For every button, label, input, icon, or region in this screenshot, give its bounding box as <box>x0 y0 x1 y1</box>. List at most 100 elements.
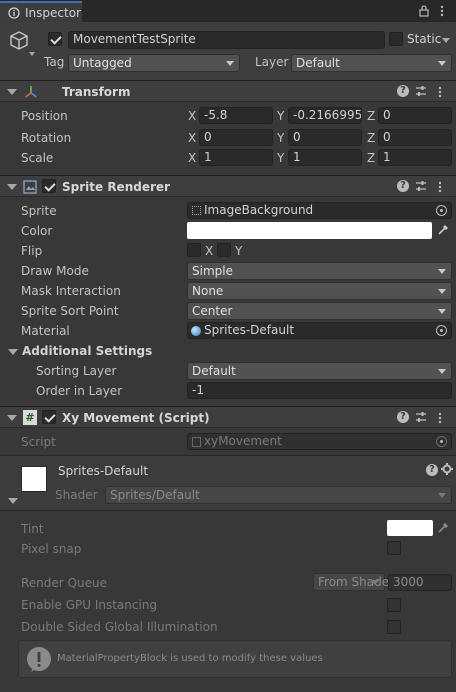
help-icon[interactable]: ? <box>397 85 409 97</box>
order-in-layer-field[interactable]: -1 <box>187 382 452 399</box>
material-fold-icon[interactable] <box>8 498 18 504</box>
xy-movement-enabled-checkbox[interactable] <box>42 410 56 424</box>
axis-y-label[interactable]: Y <box>277 151 284 165</box>
tag-value: Untagged <box>73 56 132 70</box>
rotation-x-field[interactable]: 0 <box>199 129 273 146</box>
axis-x-label[interactable]: X <box>188 131 196 145</box>
shader-value: Sprites/Default <box>110 488 200 502</box>
axis-z-label[interactable]: Z <box>367 131 375 145</box>
sprite-renderer-header[interactable]: Sprite Renderer ? <box>0 175 456 197</box>
mask-interaction-dropdown[interactable]: None <box>187 282 452 300</box>
scale-y-field[interactable]: 1 <box>288 149 362 166</box>
eyedropper-icon[interactable] <box>437 521 450 534</box>
flip-y-label: Y <box>235 244 243 258</box>
lock-icon[interactable] <box>419 5 429 17</box>
gear-icon[interactable] <box>441 463 453 475</box>
sprite-object-field[interactable]: ImageBackground <box>187 202 452 219</box>
tint-label: Tint <box>21 522 44 536</box>
gameobject-active-checkbox[interactable] <box>48 32 62 46</box>
script-file-icon <box>192 437 201 447</box>
tint-color-swatch[interactable] <box>387 520 433 536</box>
script-object-field: xyMovement <box>187 433 452 450</box>
object-picker-icon[interactable] <box>436 325 447 336</box>
render-queue-field[interactable]: 3000 <box>388 574 452 591</box>
static-checkbox[interactable] <box>389 32 403 46</box>
fold-arrow-icon[interactable] <box>7 415 17 421</box>
position-y-field[interactable]: -0.2166995 <box>288 107 362 124</box>
sorting-layer-dropdown[interactable]: Default <box>187 362 452 380</box>
axis-y-label[interactable]: Y <box>277 131 284 145</box>
static-dropdown-arrow-icon[interactable] <box>442 38 450 43</box>
position-z-field[interactable]: 0 <box>378 107 452 124</box>
sprite-value: ImageBackground <box>204 203 314 217</box>
chevron-down-icon <box>438 61 446 66</box>
chevron-down-icon <box>371 580 379 585</box>
layer-dropdown[interactable]: Default <box>291 54 452 72</box>
double-sided-gi-checkbox[interactable] <box>387 620 401 634</box>
chevron-down-icon <box>438 369 446 374</box>
scale-x-field[interactable]: 1 <box>199 149 273 166</box>
position-x-field[interactable]: -5.8 <box>199 107 273 124</box>
rotation-z-field[interactable]: 0 <box>378 129 452 146</box>
draw-mode-dropdown[interactable]: Simple <box>187 262 452 280</box>
color-swatch[interactable] <box>187 222 432 239</box>
pixel-snap-checkbox[interactable] <box>387 541 401 555</box>
eyedropper-icon[interactable] <box>437 223 450 236</box>
sprite-sort-point-value: Center <box>192 304 233 318</box>
sprite-sort-point-label: Sprite Sort Point <box>21 304 119 318</box>
sprite-sort-point-dropdown[interactable]: Center <box>187 302 452 320</box>
preset-sliders-icon[interactable] <box>415 85 427 97</box>
scale-z-field[interactable]: 1 <box>378 149 452 166</box>
position-label[interactable]: Position <box>21 109 68 123</box>
additional-settings-label[interactable]: Additional Settings <box>22 344 152 358</box>
help-icon[interactable]: ? <box>397 411 409 423</box>
tag-dropdown[interactable]: Untagged <box>68 54 240 72</box>
axis-z-label[interactable]: Z <box>367 109 375 123</box>
preset-sliders-icon[interactable] <box>415 411 427 423</box>
mask-interaction-value: None <box>192 284 224 298</box>
component-menu-icon[interactable] <box>438 86 442 98</box>
sprite-label: Sprite <box>21 204 57 218</box>
object-picker-icon[interactable] <box>436 205 447 216</box>
gameobject-name-field[interactable]: MovementTestSprite <box>68 31 385 49</box>
axis-x-label[interactable]: X <box>188 109 196 123</box>
flip-label: Flip <box>21 244 43 258</box>
fold-arrow-icon[interactable] <box>7 184 17 190</box>
sprite-renderer-enabled-checkbox[interactable] <box>42 179 56 193</box>
fold-arrow-icon[interactable] <box>7 89 17 95</box>
axis-y-label[interactable]: Y <box>277 109 284 123</box>
gpu-instancing-checkbox[interactable] <box>387 598 401 612</box>
info-message: MaterialPropertyBlock is used to modify … <box>57 653 323 664</box>
flip-x-checkbox[interactable] <box>187 243 201 257</box>
material-preview-swatch[interactable] <box>21 466 47 492</box>
xy-movement-header[interactable]: # Xy Movement (Script) ? <box>0 406 456 428</box>
help-icon[interactable]: ? <box>426 464 438 476</box>
axis-x-label[interactable]: X <box>188 151 196 165</box>
flip-y-checkbox[interactable] <box>217 243 231 257</box>
icon-dropdown-arrow-icon[interactable] <box>29 52 35 56</box>
help-icon[interactable]: ? <box>397 180 409 192</box>
more-menu-icon[interactable] <box>440 5 444 17</box>
component-menu-icon[interactable] <box>438 181 442 193</box>
material-header: Sprites-Default ? Shader Sprites/Default <box>0 456 456 510</box>
transform-header[interactable]: Transform ? <box>0 80 456 102</box>
rotation-y-field[interactable]: 0 <box>288 129 362 146</box>
additional-settings-fold-icon[interactable] <box>8 349 18 355</box>
info-help-box: MaterialPropertyBlock is used to modify … <box>18 640 452 678</box>
material-sphere-icon <box>191 326 201 336</box>
render-queue-mode-dropdown[interactable]: From Shader <box>313 573 394 591</box>
preset-sliders-icon[interactable] <box>415 180 427 192</box>
gameobject-header: MovementTestSprite Static Tag Untagged L… <box>0 22 456 80</box>
sprite-renderer-icon <box>23 180 37 194</box>
material-object-field[interactable]: Sprites-Default <box>187 322 452 339</box>
shader-dropdown[interactable]: Sprites/Default <box>105 486 452 504</box>
draw-mode-label: Draw Mode <box>21 264 89 278</box>
double-sided-gi-label: Double Sided Global Illumination <box>21 620 218 634</box>
axis-z-label[interactable]: Z <box>367 151 375 165</box>
gameobject-cube-icon[interactable] <box>8 30 30 52</box>
component-menu-icon[interactable] <box>438 412 442 424</box>
rotation-label[interactable]: Rotation <box>21 131 71 145</box>
order-in-layer-label[interactable]: Order in Layer <box>36 384 122 398</box>
scale-label[interactable]: Scale <box>21 151 53 165</box>
inspector-tab[interactable]: Inspector <box>0 1 82 22</box>
